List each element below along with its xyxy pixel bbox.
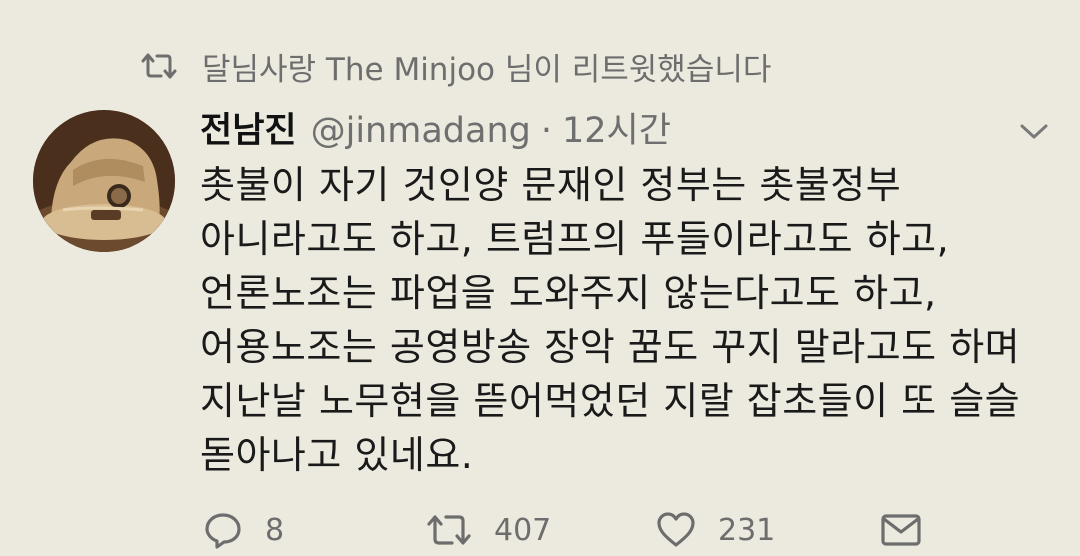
- tweet-text-line: 어용노조는 공영방송 장악 꿈도 꾸지 말라고도 하며: [200, 325, 1021, 369]
- like-button[interactable]: 231: [656, 506, 775, 554]
- tweet-header: 전남진 @jinmadang · 12시간: [200, 106, 671, 156]
- retweet-banner-text[interactable]: 달님사랑 The Minjoo 님이 리트윗했습니다: [202, 44, 771, 89]
- direct-message-button[interactable]: [880, 506, 922, 554]
- tweet-text-line: 아니라고도 하고, 트럼프의 푸들이라고도 하고,: [200, 217, 950, 261]
- tweet-text-line: 돋아나고 있네요.: [200, 433, 474, 477]
- tweet-actions: 8 407 231: [0, 506, 1080, 554]
- like-count: 231: [718, 512, 776, 548]
- tweet-text-line: 지난날 노무현을 뜯어먹었던 지랄 잡초들이 또 슬슬: [200, 379, 1021, 423]
- retweet-button[interactable]: 407: [426, 506, 551, 554]
- tweet-text: 촛불이 자기 것인양 문재인 정부는 촛불정부 아니라고도 하고, 트럼프의 푸…: [200, 158, 1060, 482]
- retweet-icon: [140, 51, 178, 81]
- reply-button[interactable]: 8: [203, 506, 284, 554]
- avatar[interactable]: [33, 110, 175, 252]
- display-name[interactable]: 전남진: [200, 106, 297, 156]
- tweet-text-line: 촛불이 자기 것인양 문재인 정부는 촛불정부: [200, 163, 902, 207]
- timestamp[interactable]: 12시간: [562, 106, 671, 156]
- reply-count: 8: [265, 512, 285, 548]
- retweet-icon: [426, 512, 472, 548]
- tweet-card[interactable]: 달님사랑 The Minjoo 님이 리트윗했습니다 전남진 @jinmadan…: [0, 0, 1080, 556]
- mail-icon: [880, 513, 922, 547]
- user-handle[interactable]: @jinmadang: [311, 106, 531, 156]
- tweet-text-line: 언론노조는 파업을 도와주지 않는다고도 하고,: [200, 271, 937, 315]
- retweet-banner: 달님사랑 The Minjoo 님이 리트윗했습니다: [140, 44, 771, 88]
- heart-icon: [656, 511, 696, 549]
- separator-dot: ·: [540, 111, 552, 151]
- reply-icon: [203, 510, 243, 550]
- retweet-count: 407: [494, 512, 552, 548]
- chevron-down-icon[interactable]: [1016, 116, 1052, 146]
